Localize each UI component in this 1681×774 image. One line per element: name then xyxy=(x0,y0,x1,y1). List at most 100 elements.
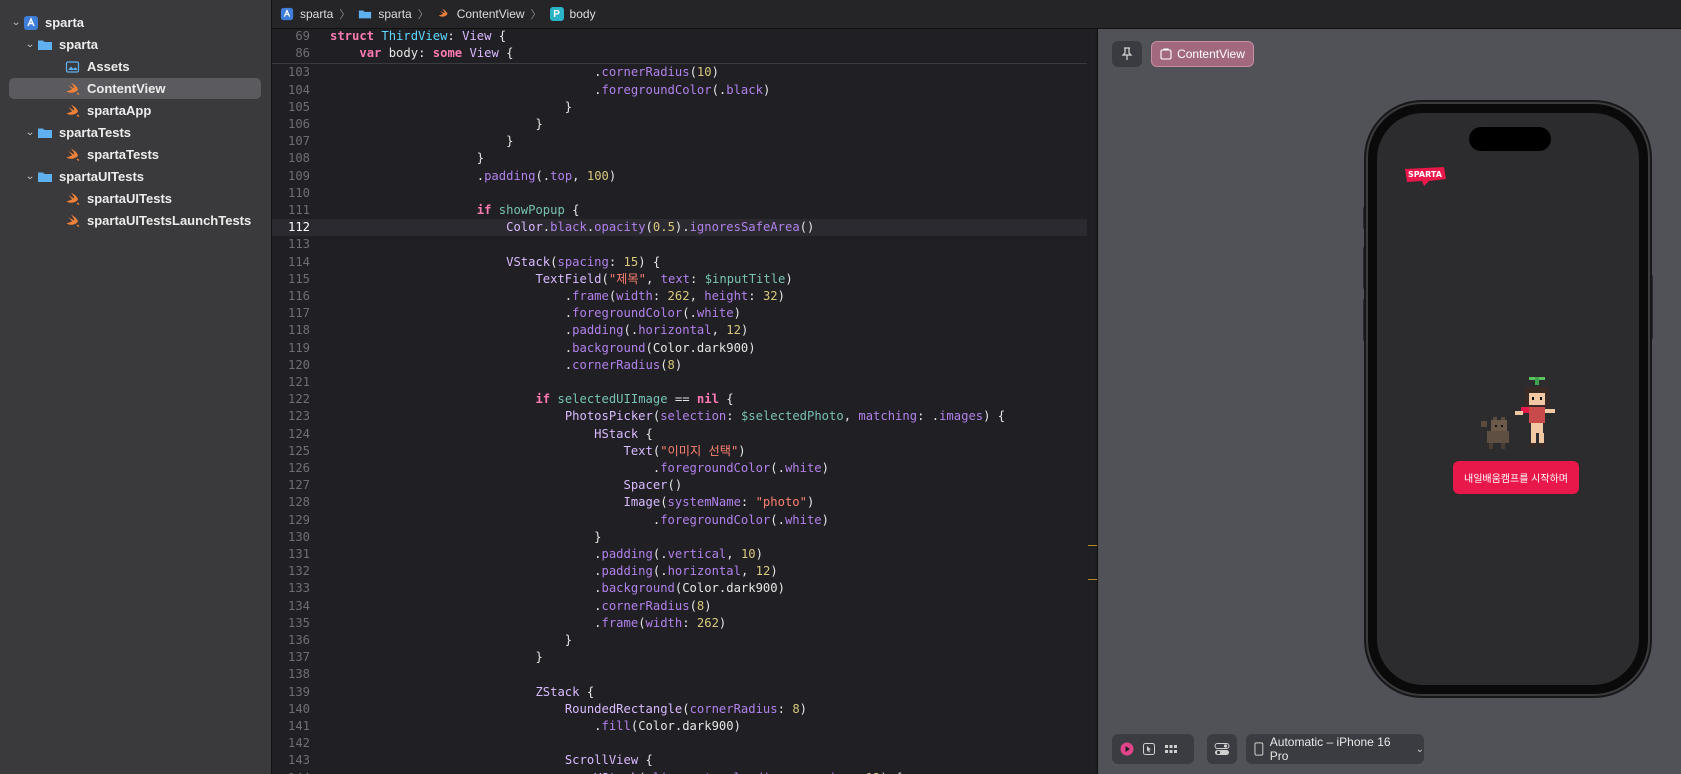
sidebar-item-contentview[interactable]: ContentView xyxy=(9,78,261,99)
line-number: 121 xyxy=(287,375,310,389)
code-line[interactable]: 141 .fill(Color.dark900) xyxy=(272,718,1087,735)
disclosure-chevron-icon[interactable]: ⌄ xyxy=(8,17,25,28)
sidebar-item-spartauitestslaunchtests[interactable]: spartaUITestsLaunchTests xyxy=(9,210,261,231)
code-token: . xyxy=(330,289,573,303)
code-token: ). xyxy=(674,220,690,235)
code-line[interactable]: 113 xyxy=(272,236,1087,253)
code-line[interactable]: 125 Text("이미지 선택") xyxy=(272,443,1087,460)
code-line[interactable]: 139 ZStack { xyxy=(272,684,1087,701)
code-line[interactable]: 144 VStack(alignment: .leading, spacing:… xyxy=(272,770,1087,774)
code-line[interactable]: 108 } xyxy=(272,150,1087,167)
code-token: horizontal xyxy=(667,564,741,579)
line-number: 114 xyxy=(287,254,310,269)
sidebar-item-sparta[interactable]: ⌄ sparta xyxy=(9,12,261,33)
code-line[interactable]: 109 .padding(.top, 100) xyxy=(272,168,1087,185)
live-mode-button[interactable] xyxy=(1116,738,1138,760)
code-line[interactable]: 119 .background(Color.dark900) xyxy=(272,340,1087,357)
code-line[interactable]: 143 ScrollView { xyxy=(272,752,1087,769)
code-line[interactable]: 131 .padding(.vertical, 10) xyxy=(272,546,1087,563)
canvas-settings-button[interactable] xyxy=(1207,734,1237,764)
sticky-scope-line[interactable]: 86 var body: some View { xyxy=(272,45,1087,63)
code-token: foregroundColor xyxy=(572,306,683,321)
code-line[interactable]: 128 Image(systemName: "photo") xyxy=(272,494,1087,511)
simulator-screen[interactable]: SPARTA 내일배움캠프를 시작하며 xyxy=(1377,113,1639,685)
code-token: { xyxy=(491,29,507,43)
code-token: opacity xyxy=(594,220,646,235)
code-line[interactable]: 111 if showPopup { xyxy=(272,202,1087,219)
code-line[interactable]: 133 .background(Color.dark900) xyxy=(272,580,1087,597)
code-line[interactable]: 110 xyxy=(272,185,1087,202)
sidebar-item-spartauitests[interactable]: spartaUITests xyxy=(9,188,261,209)
breadcrumb-file[interactable]: ContentView xyxy=(437,7,525,21)
sidebar-item-spartatests[interactable]: spartaTests xyxy=(9,144,261,165)
code-line[interactable]: 116 .frame(width: 262, height: 32) xyxy=(272,288,1087,305)
code-line[interactable]: 105 } xyxy=(272,99,1087,116)
code-text: .padding(.top, 100) xyxy=(330,168,616,185)
code-line[interactable]: 121 xyxy=(272,374,1087,391)
code-line[interactable]: 132 .padding(.horizontal, 12) xyxy=(272,563,1087,580)
code-line[interactable]: 122 if selectedUIImage == nil { xyxy=(272,391,1087,408)
line-number: 140 xyxy=(287,701,310,716)
line-number: 86 xyxy=(295,46,310,61)
code-text: .padding(.vertical, 10) xyxy=(330,546,763,563)
code-line[interactable]: 135 .frame(width: 262) xyxy=(272,615,1087,632)
code-line[interactable]: 118 .padding(.horizontal, 12) xyxy=(272,322,1087,339)
pin-preview-button[interactable] xyxy=(1112,41,1142,67)
code-line[interactable]: 126 .foregroundColor(.white) xyxy=(272,460,1087,477)
code-editor[interactable]: 69 struct ThirdView: View {86 var body: s… xyxy=(272,29,1095,774)
code-line[interactable]: 129 .foregroundColor(.white) xyxy=(272,512,1087,529)
variants-button[interactable] xyxy=(1160,738,1182,760)
line-number: 113 xyxy=(287,237,310,252)
code-token: : xyxy=(851,771,866,774)
code-line[interactable]: 114 VStack(spacing: 15) { xyxy=(272,254,1087,271)
code-line[interactable]: 124 HStack { xyxy=(272,426,1087,443)
code-line[interactable]: 130 } xyxy=(272,529,1087,546)
start-camp-button[interactable]: 내일배움캠프를 시작하며 xyxy=(1453,461,1579,494)
breadcrumb-folder[interactable]: sparta xyxy=(358,7,412,21)
sidebar-item-spartauitests[interactable]: ⌄ spartaUITests xyxy=(9,166,261,187)
breadcrumb: sparta 〉 sparta 〉 ContentView 〉 P body xyxy=(272,0,1681,29)
sticky-scope-line[interactable]: 69 struct ThirdView: View { xyxy=(272,29,1087,45)
preview-mode-group xyxy=(1112,734,1194,764)
disclosure-chevron-icon[interactable]: ⌄ xyxy=(22,127,39,138)
breadcrumb-symbol[interactable]: P body xyxy=(549,7,596,21)
sidebar-item-spartatests[interactable]: ⌄ spartaTests xyxy=(9,122,261,143)
code-line[interactable]: 140 RoundedRectangle(cornerRadius: 8) xyxy=(272,701,1087,718)
code-token: (Color.dark900) xyxy=(645,340,756,355)
code-line[interactable]: 137 } xyxy=(272,649,1087,666)
code-token: images xyxy=(939,409,984,424)
power-button xyxy=(1650,275,1653,339)
code-line[interactable]: 142 xyxy=(272,735,1087,752)
line-number: 143 xyxy=(287,753,310,768)
sidebar-item-sparta[interactable]: ⌄ sparta xyxy=(9,34,261,55)
code-token: : xyxy=(740,495,756,510)
code-line[interactable]: 103 .cornerRadius(10) xyxy=(272,64,1087,81)
code-line[interactable]: 127 Spacer() xyxy=(272,477,1087,494)
line-number: 109 xyxy=(287,168,310,183)
sidebar-item-assets[interactable]: Assets xyxy=(9,56,261,77)
code-token: ( xyxy=(638,771,645,774)
code-line[interactable]: 138 xyxy=(272,666,1087,683)
preview-context-button[interactable]: ContentView xyxy=(1151,41,1254,67)
code-token: , xyxy=(843,409,859,424)
code-token: . xyxy=(330,340,573,355)
device-selector[interactable]: Automatic – iPhone 16 Pro ⌄ xyxy=(1246,734,1424,764)
code-line[interactable]: 106 } xyxy=(272,116,1087,133)
code-text: Spacer() xyxy=(330,477,683,494)
code-line[interactable]: 117 .foregroundColor(.white) xyxy=(272,305,1087,322)
code-line[interactable]: 120 .cornerRadius(8) xyxy=(272,357,1087,374)
breadcrumb-project[interactable]: sparta xyxy=(280,7,333,21)
code-line[interactable]: 123 PhotosPicker(selection: $selectedPho… xyxy=(272,408,1087,425)
code-token: (. xyxy=(770,512,785,527)
selectable-mode-button[interactable] xyxy=(1138,738,1160,760)
code-line[interactable]: 112 Color.black.opacity(0.5).ignoresSafe… xyxy=(272,219,1087,237)
disclosure-chevron-icon[interactable]: ⌄ xyxy=(22,171,39,182)
sidebar-item-spartaapp[interactable]: spartaApp xyxy=(9,100,261,121)
code-line[interactable]: 136 } xyxy=(272,632,1087,649)
disclosure-chevron-icon[interactable]: ⌄ xyxy=(22,39,39,50)
code-line[interactable]: 104 .foregroundColor(.black) xyxy=(272,82,1087,99)
code-line[interactable]: 134 .cornerRadius(8) xyxy=(272,598,1087,615)
code-line[interactable]: 107 } xyxy=(272,133,1087,150)
code-line[interactable]: 115 TextField("제목", text: $inputTitle) xyxy=(272,271,1087,288)
